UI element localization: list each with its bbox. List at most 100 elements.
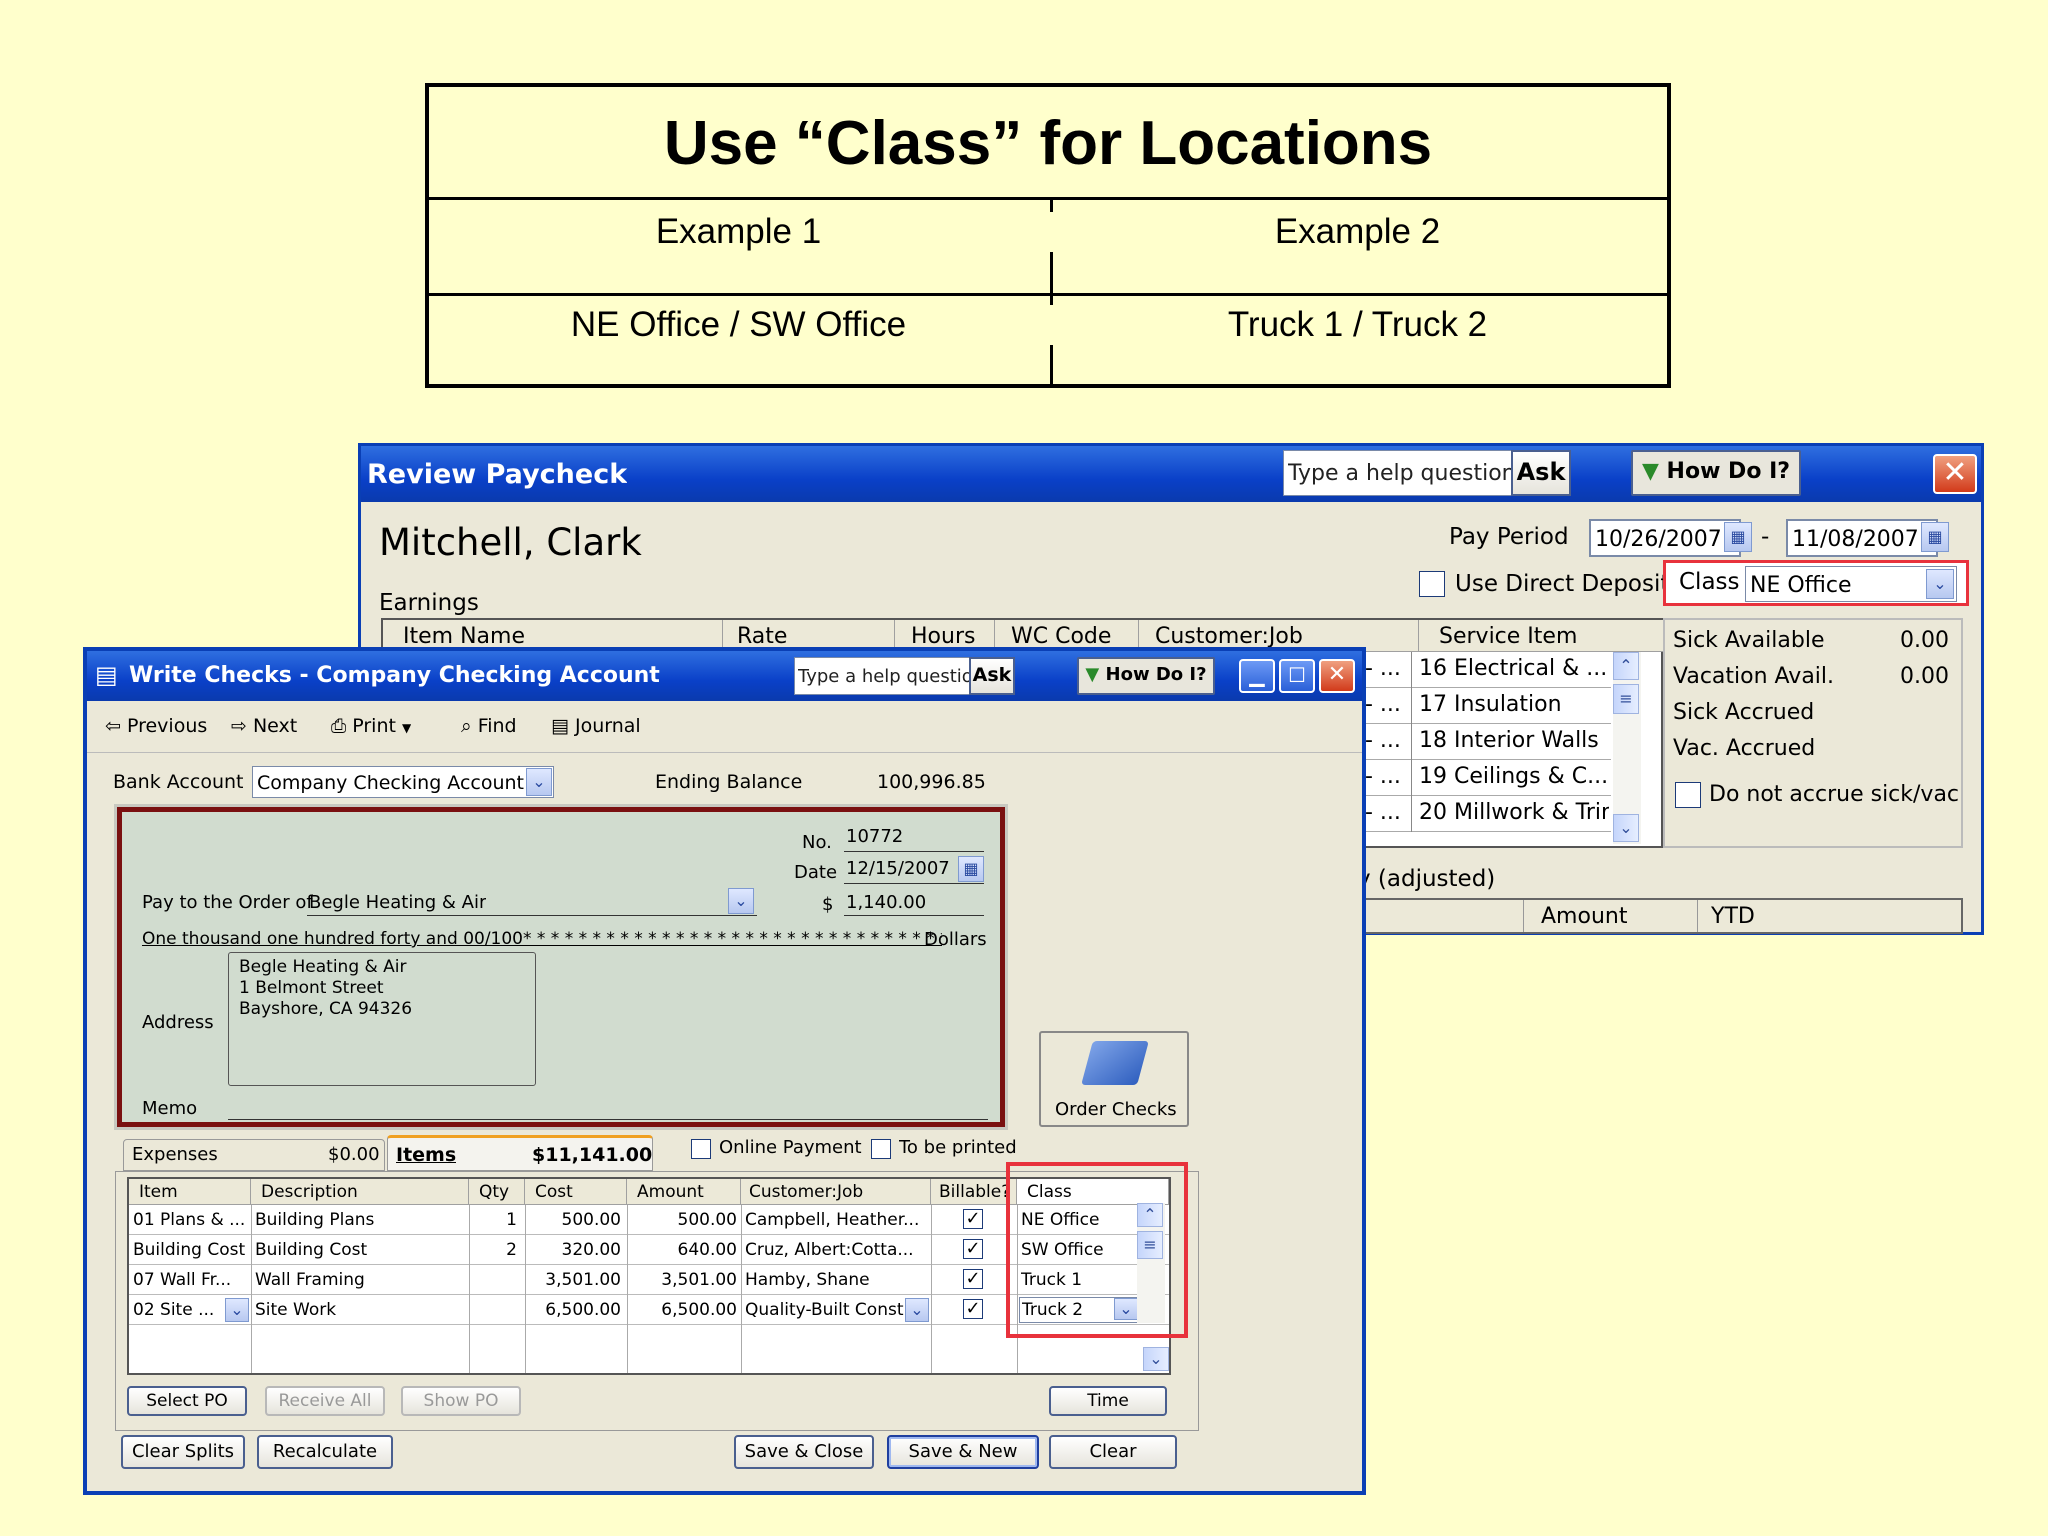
class-select[interactable]: NE Office ⌄ <box>1745 566 1957 602</box>
column-header[interactable]: Customer:Job <box>741 1179 931 1205</box>
clear-splits-button[interactable]: Clear Splits <box>121 1435 245 1469</box>
online-payment-checkbox[interactable] <box>691 1139 711 1159</box>
column-header[interactable]: Cost <box>525 1179 627 1205</box>
billable-checkbox[interactable]: ✓ <box>963 1239 983 1259</box>
chevron-down-icon[interactable]: ⌄ <box>225 1298 249 1322</box>
earnings-rows: - ... 16 Electrical & ... - ... 17 Insulat… <box>1361 652 1641 842</box>
help-placeholder: Type a help question <box>798 666 985 687</box>
grid-line <box>251 1205 252 1373</box>
address-box[interactable]: Begle Heating & Air 1 Belmont Street Bay… <box>228 952 536 1086</box>
table-row[interactable]: - ... 19 Ceilings & C... <box>1361 760 1611 796</box>
help-search-input[interactable]: Type a help question <box>794 657 984 695</box>
save-new-button[interactable]: Save & New <box>887 1435 1039 1469</box>
check-number-field[interactable]: 10772 <box>844 822 984 852</box>
billable-checkbox[interactable]: ✓ <box>963 1299 983 1319</box>
previous-button[interactable]: ⇦ Previous <box>105 715 207 737</box>
column-header[interactable]: Service Item <box>1419 620 1665 652</box>
table-row[interactable]: - ... 18 Interior Walls <box>1361 724 1611 760</box>
time-button[interactable]: Time <box>1049 1386 1167 1416</box>
calendar-icon[interactable]: ▦ <box>1921 522 1949 552</box>
journal-label: Journal <box>575 715 641 737</box>
column-header[interactable]: Description <box>251 1179 469 1205</box>
billable-checkbox[interactable]: ✓ <box>963 1269 983 1289</box>
column-header[interactable]: Qty <box>469 1179 525 1205</box>
sick-accrued-label: Sick Accrued <box>1673 700 1815 725</box>
arrow-left-icon: ⇦ <box>105 715 127 737</box>
qty-cell: 1 <box>506 1210 517 1230</box>
close-button[interactable]: ✕ <box>1319 659 1355 693</box>
maximize-icon: ☐ <box>1288 663 1306 687</box>
how-do-i-button[interactable]: ▼ How Do I? <box>1631 450 1801 496</box>
show-po-button[interactable]: Show PO <box>401 1386 521 1416</box>
maximize-button[interactable]: ☐ <box>1279 659 1315 693</box>
find-button[interactable]: ⌕ Find <box>461 715 517 737</box>
next-button[interactable]: ⇨ Next <box>231 715 297 737</box>
save-close-button[interactable]: Save & Close <box>734 1435 874 1469</box>
find-label: Find <box>477 715 517 737</box>
table-row[interactable]: - ... 20 Millwork & Trim <box>1361 796 1611 832</box>
amount-field[interactable]: 1,140.00 <box>844 886 984 916</box>
chevron-down-icon[interactable]: ⌄ <box>728 888 754 914</box>
ask-button[interactable]: Ask <box>969 657 1015 695</box>
clear-button[interactable]: Clear <box>1049 1435 1177 1469</box>
scroll-thumb[interactable]: ≡ <box>1613 684 1639 714</box>
sick-vacation-panel: Sick Available 0.00 Vacation Avail. 0.00… <box>1663 618 1963 848</box>
expenses-tab-label: Expenses <box>132 1144 218 1165</box>
close-button[interactable]: ✕ <box>1933 454 1977 494</box>
journal-button[interactable]: ▤ Journal <box>551 715 641 737</box>
checks-titlebar: ▤ Write Checks - Company Checking Accoun… <box>87 651 1362 701</box>
direct-deposit-checkbox[interactable] <box>1419 571 1445 597</box>
check-form: No. 10772 Date 12/15/2007 ▦ Pay to the O… <box>117 807 1005 1127</box>
table-row[interactable]: - ... 16 Electrical & ... <box>1361 652 1611 688</box>
adjusted-label: y (adjusted) <box>1357 866 1496 892</box>
items-tab[interactable]: Items $11,141.00 <box>387 1135 653 1171</box>
calendar-icon[interactable]: ▦ <box>958 856 984 882</box>
ask-button[interactable]: Ask <box>1511 450 1571 496</box>
recalculate-button[interactable]: Recalculate <box>257 1435 393 1469</box>
window-title: Review Paycheck <box>367 459 628 490</box>
memo-label: Memo <box>142 1098 198 1119</box>
print-button[interactable]: ⎙ Print ▼ <box>331 715 411 737</box>
bank-account-select[interactable]: Company Checking Account ⌄ <box>252 766 554 798</box>
service-item: 20 Millwork & Trim <box>1419 800 1609 825</box>
check-number-label: No. <box>802 832 832 853</box>
period-end-field[interactable]: 11/08/2007 <box>1786 519 1938 557</box>
select-po-button[interactable]: Select PO <box>127 1386 247 1416</box>
payee-field[interactable]: Begle Heating & Air <box>307 884 757 916</box>
how-do-i-button[interactable]: ▼ How Do I? <box>1077 657 1215 695</box>
calendar-icon[interactable]: ▦ <box>1724 522 1752 552</box>
class-select-value: NE Office <box>1750 573 1852 598</box>
period-start-field[interactable]: 10/26/2007 <box>1589 519 1741 557</box>
chevron-up-icon[interactable]: ⌃ <box>1613 652 1639 680</box>
item-cell: 07 Wall Fr... <box>133 1270 232 1290</box>
to-be-printed-checkbox[interactable] <box>871 1139 891 1159</box>
online-payment-label: Online Payment <box>719 1137 862 1158</box>
chevron-down-icon[interactable]: ⌄ <box>905 1298 929 1322</box>
order-checks-button[interactable]: Order Checks <box>1039 1031 1189 1127</box>
print-label: Print <box>352 715 396 737</box>
item-cell: Building Cost <box>133 1240 246 1260</box>
next-label: Next <box>252 715 298 737</box>
column-header[interactable]: Amount <box>627 1179 741 1205</box>
slide-title: Use “Class” for Locations <box>429 87 1667 200</box>
receive-all-button[interactable]: Receive All <box>265 1386 385 1416</box>
column-header[interactable]: Billable? <box>931 1179 1017 1205</box>
amount-value: 1,140.00 <box>846 892 927 913</box>
no-accrue-checkbox[interactable] <box>1675 782 1701 808</box>
help-search-input[interactable]: Type a help question <box>1283 450 1516 496</box>
chevron-down-icon: ⌄ <box>1926 569 1954 599</box>
column-header[interactable]: Item <box>129 1179 251 1205</box>
dollar-sign: $ <box>822 894 834 915</box>
minimize-button[interactable]: ▁ <box>1239 659 1275 693</box>
expenses-tab[interactable]: Expenses $0.00 <box>123 1139 385 1171</box>
billable-checkbox[interactable]: ✓ <box>963 1209 983 1229</box>
table-row[interactable]: - ... 17 Insulation <box>1361 688 1611 724</box>
close-icon: ✕ <box>1942 455 1968 490</box>
chevron-down-icon[interactable]: ⌄ <box>1613 814 1639 842</box>
service-item: 17 Insulation <box>1419 692 1562 717</box>
chevron-down-icon[interactable]: ⌄ <box>1143 1347 1169 1371</box>
vacation-avail-value: 0.00 <box>1900 664 1949 689</box>
cost-cell: 3,501.00 <box>545 1270 621 1290</box>
memo-field[interactable] <box>228 1094 988 1120</box>
scrollbar[interactable]: ⌃ ≡ ⌄ <box>1613 652 1641 844</box>
